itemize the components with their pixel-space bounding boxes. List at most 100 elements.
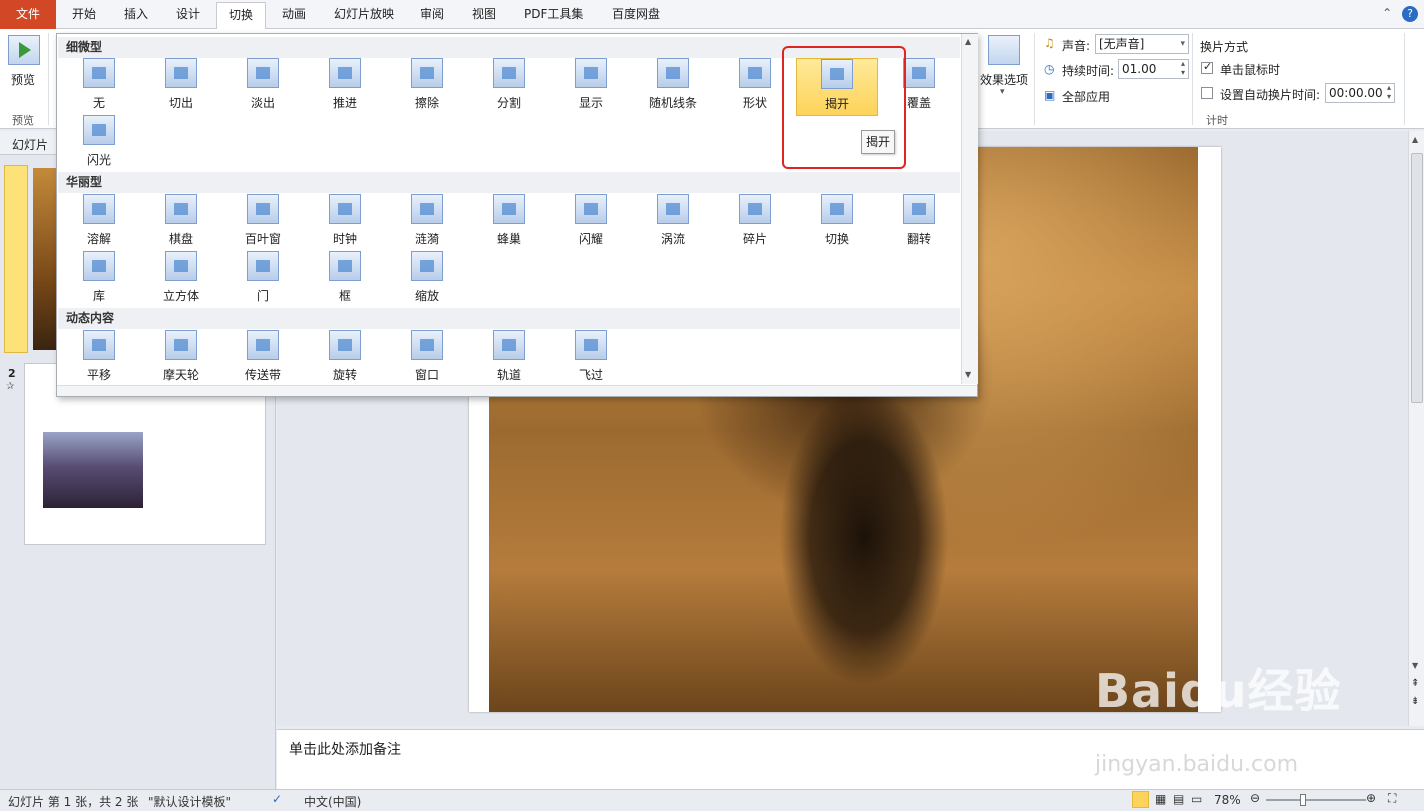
gallery-scrollbar[interactable]: ▲ ▼	[961, 34, 978, 384]
transition-exciting-2[interactable]: 百叶窗	[222, 194, 304, 252]
auto-advance-time-input[interactable]: 00:00.00 ▴ ▾	[1325, 83, 1395, 103]
tab-slides[interactable]: 幻灯片	[12, 136, 48, 153]
transition-exciting-14[interactable]: 框	[304, 251, 386, 309]
transition-exciting-7[interactable]: 涡流	[632, 194, 714, 252]
transition-subtle-11[interactable]: 闪光	[58, 115, 140, 173]
transition-subtle-4[interactable]: 擦除	[386, 58, 468, 116]
notes-placeholder[interactable]: 单击此处添加备注	[289, 739, 401, 759]
effect-options-button[interactable]: 效果选项	[980, 71, 1028, 88]
apply-all-icon: ▣	[1044, 88, 1056, 102]
tab-review[interactable]: 审阅	[408, 2, 456, 28]
tab-view[interactable]: 视图	[460, 2, 508, 28]
preview-icon[interactable]	[8, 35, 40, 65]
transition-exciting-0[interactable]: 溶解	[58, 194, 140, 252]
tab-baidu-netdisk[interactable]: 百度网盘	[600, 2, 672, 28]
previous-slide-icon[interactable]: ⇞	[1411, 679, 1419, 689]
chevron-down-icon[interactable]: ▾	[1000, 87, 1005, 97]
transition-dynamic-2[interactable]: 传送带	[222, 330, 304, 388]
spellcheck-icon[interactable]: ✓	[272, 792, 282, 806]
fit-to-window-icon[interactable]: ⛶	[1388, 791, 1396, 806]
transition-label: 显示	[578, 96, 603, 110]
transition-dynamic-0[interactable]: 平移	[58, 330, 140, 388]
transition-subtle-7[interactable]: 随机线条	[632, 58, 714, 116]
transition-exciting-10[interactable]: 翻转	[878, 194, 960, 252]
tab-pdf-tools[interactable]: PDF工具集	[512, 2, 595, 28]
transition-dynamic-6[interactable]: 飞过	[550, 330, 632, 388]
slide-thumbnail-1[interactable]	[4, 165, 61, 353]
scroll-down-icon[interactable]: ▼	[1412, 661, 1418, 670]
tab-home[interactable]: 开始	[60, 2, 108, 28]
divider	[1192, 33, 1193, 125]
scrollbar-thumb[interactable]	[1411, 153, 1423, 403]
zoom-level[interactable]: 78%	[1214, 793, 1241, 807]
transition-exciting-1[interactable]: 棋盘	[140, 194, 222, 252]
zoom-slider-thumb[interactable]	[1300, 794, 1306, 806]
tab-transitions[interactable]: 切换	[216, 2, 267, 30]
scroll-down-icon[interactable]: ▼	[965, 370, 971, 379]
transition-subtle-6[interactable]: 显示	[550, 58, 632, 116]
tab-animations[interactable]: 动画	[270, 2, 318, 28]
transition-subtle-3[interactable]: 推进	[304, 58, 386, 116]
auto-advance-checkbox[interactable]	[1201, 87, 1213, 99]
transition-label: 分割	[496, 96, 521, 110]
transition-exciting-13[interactable]: 门	[222, 251, 304, 309]
next-slide-icon[interactable]: ⇟	[1411, 697, 1419, 707]
zoom-slider[interactable]	[1266, 799, 1366, 801]
zoom-in-icon[interactable]: ⊕	[1366, 791, 1376, 805]
chevron-down-icon: ▾	[1180, 39, 1185, 49]
gallery-resize-handle[interactable]	[57, 385, 977, 396]
tab-slideshow[interactable]: 幻灯片放映	[322, 2, 406, 28]
transition-exciting-3[interactable]: 时钟	[304, 194, 386, 252]
transition-exciting-15[interactable]: 缩放	[386, 251, 468, 309]
transition-exciting-6[interactable]: 闪耀	[550, 194, 632, 252]
sound-select[interactable]: [无声音] ▾	[1095, 34, 1189, 54]
apply-all-button[interactable]: 全部应用	[1062, 88, 1110, 105]
theme-name[interactable]: "默认设计模板"	[148, 793, 231, 810]
transition-exciting-12[interactable]: 立方体	[140, 251, 222, 309]
transition-icon	[575, 58, 607, 88]
spin-icon[interactable]: ▴ ▾	[1181, 59, 1185, 77]
transition-icon	[411, 251, 443, 281]
scroll-up-icon[interactable]: ▲	[965, 37, 971, 46]
transition-icon	[493, 194, 525, 224]
transition-label: 随机线条	[648, 96, 697, 110]
transition-dynamic-1[interactable]: 摩天轮	[140, 330, 222, 388]
transition-subtle-0[interactable]: 无	[58, 58, 140, 116]
scroll-up-icon[interactable]: ▲	[1412, 135, 1418, 144]
transition-exciting-9[interactable]: 切换	[796, 194, 878, 252]
editor-scrollbar[interactable]: ▲ ▼ ⇞ ⇟	[1408, 131, 1424, 726]
transition-exciting-11[interactable]: 库	[58, 251, 140, 309]
transition-exciting-8[interactable]: 碎片	[714, 194, 796, 252]
reading-view-icon[interactable]: ▤	[1173, 792, 1184, 806]
tab-design[interactable]: 设计	[164, 2, 212, 28]
file-tab[interactable]: 文件	[0, 0, 56, 29]
duration-stepper[interactable]: 01.00 ▴ ▾	[1118, 59, 1189, 79]
transition-exciting-4[interactable]: 涟漪	[386, 194, 468, 252]
slide-sorter-icon[interactable]: ▦	[1155, 792, 1166, 806]
transition-dynamic-4[interactable]: 窗口	[386, 330, 468, 388]
transition-label: 时钟	[332, 232, 357, 246]
language-indicator[interactable]: 中文(中国)	[304, 793, 361, 810]
normal-view-icon[interactable]	[1132, 791, 1149, 808]
divider	[1404, 33, 1405, 125]
transition-star-icon: ✰	[6, 381, 15, 392]
minimize-ribbon-icon[interactable]: ⌃	[1382, 6, 1392, 20]
tab-insert[interactable]: 插入	[112, 2, 160, 28]
section-dynamic: 动态内容	[58, 308, 960, 329]
transition-subtle-2[interactable]: 淡出	[222, 58, 304, 116]
section-exciting: 华丽型	[58, 172, 960, 193]
on-click-checkbox[interactable]: ✓	[1201, 60, 1213, 74]
slideshow-view-icon[interactable]: ▭	[1191, 792, 1202, 806]
effect-options-icon[interactable]	[988, 35, 1020, 65]
preview-button[interactable]: 预览	[11, 71, 35, 88]
transition-icon	[83, 251, 115, 281]
transition-dynamic-5[interactable]: 轨道	[468, 330, 550, 388]
spin-icon[interactable]: ▴ ▾	[1387, 83, 1391, 101]
zoom-out-icon[interactable]: ⊖	[1250, 791, 1260, 805]
help-icon[interactable]: ?	[1402, 6, 1418, 22]
transition-exciting-5[interactable]: 蜂巢	[468, 194, 550, 252]
transition-dynamic-3[interactable]: 旋转	[304, 330, 386, 388]
transition-icon	[739, 194, 771, 224]
transition-subtle-1[interactable]: 切出	[140, 58, 222, 116]
transition-subtle-5[interactable]: 分割	[468, 58, 550, 116]
